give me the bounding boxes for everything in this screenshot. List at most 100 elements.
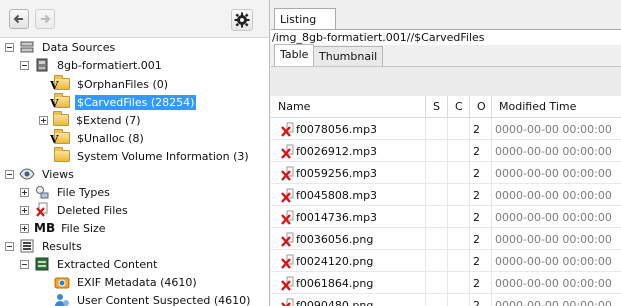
c-cell bbox=[448, 162, 470, 184]
forward-button[interactable] bbox=[35, 9, 55, 29]
tree-node-data-sources[interactable]: Data Sources bbox=[5, 38, 117, 56]
name-cell: f0061864.png bbox=[271, 272, 426, 294]
expand-toggle[interactable] bbox=[39, 115, 48, 125]
file-table: Name S C O Modified Time f0078056.mp3 2 00… bbox=[271, 96, 621, 306]
deleted-file-icon bbox=[281, 166, 294, 181]
deleted-file-icon bbox=[281, 276, 294, 291]
modified-time-cell: 0000-00-00 00:00:00 bbox=[495, 210, 612, 224]
modified-time-cell: 0000-00-00 00:00:00 bbox=[495, 144, 612, 158]
table-row[interactable]: f0090480.png 2 0000-00-00 00:00:00 bbox=[271, 294, 621, 306]
tree-node-system-volume-information[interactable]: System Volume Information (3) bbox=[54, 147, 251, 165]
tree-label: User Content Suspected (4610) bbox=[77, 293, 251, 306]
tree-node-user-content-suspected[interactable]: User Content Suspected (4610) bbox=[54, 291, 252, 306]
tree-label: Data Sources bbox=[42, 40, 116, 54]
collapse-toggle[interactable] bbox=[5, 42, 14, 52]
tree-node-deleted-files[interactable]: Deleted Files bbox=[20, 201, 130, 219]
eye-icon bbox=[19, 166, 35, 182]
column-header-s[interactable]: S bbox=[426, 96, 448, 118]
tree-label: EXIF Metadata (4610) bbox=[77, 275, 197, 289]
tab-thumbnail[interactable]: Thumbnail bbox=[313, 46, 384, 66]
file-name: f0014736.mp3 bbox=[296, 210, 378, 224]
settings-button[interactable] bbox=[231, 9, 253, 31]
table-row[interactable]: f0045808.mp3 2 0000-00-00 00:00:00 bbox=[271, 184, 621, 206]
o-cell: 2 bbox=[470, 250, 492, 272]
table-row[interactable]: f0078056.mp3 2 0000-00-00 00:00:00 bbox=[271, 118, 621, 140]
collapse-toggle[interactable] bbox=[20, 60, 29, 70]
table-row[interactable]: f0026912.mp3 2 0000-00-00 00:00:00 bbox=[271, 140, 621, 162]
view-tabs: Table Thumbnail bbox=[271, 44, 621, 66]
tree-node-exif-metadata[interactable]: EXIF Metadata (4610) bbox=[54, 273, 199, 291]
tree-node-carved-files[interactable]: V $CarvedFiles (28254) bbox=[50, 93, 197, 111]
file-name: f0045808.mp3 bbox=[296, 188, 378, 202]
collapse-toggle[interactable] bbox=[20, 259, 29, 269]
modified-time-cell: 0000-00-00 00:00:00 bbox=[495, 166, 612, 180]
virtual-folder-icon: V bbox=[50, 129, 70, 146]
user-content-icon bbox=[54, 292, 70, 306]
results-icon bbox=[19, 238, 35, 254]
tree-node-extend[interactable]: $Extend (7) bbox=[39, 111, 143, 129]
tree-label: File Types bbox=[57, 185, 110, 199]
tree-label: $Extend (7) bbox=[76, 113, 141, 127]
column-header-modified-time[interactable]: Modified Time bbox=[492, 96, 621, 118]
c-cell bbox=[448, 250, 470, 272]
tree-node-extracted-content[interactable]: Extracted Content bbox=[20, 255, 159, 273]
table-row[interactable]: f0024120.png 2 0000-00-00 00:00:00 bbox=[271, 250, 621, 272]
s-cell bbox=[426, 184, 448, 206]
back-button[interactable] bbox=[9, 9, 29, 29]
column-header-o[interactable]: O bbox=[470, 96, 492, 118]
file-types-icon bbox=[34, 184, 50, 200]
column-header-name[interactable]: Name bbox=[271, 96, 426, 118]
c-cell bbox=[448, 294, 470, 306]
s-cell bbox=[426, 228, 448, 250]
extracted-content-icon bbox=[34, 256, 50, 272]
tree-node-file-size[interactable]: MB File Size bbox=[20, 219, 108, 237]
tree-label: Extracted Content bbox=[57, 257, 158, 271]
table-row[interactable]: f0014736.mp3 2 0000-00-00 00:00:00 bbox=[271, 206, 621, 228]
o-cell: 2 bbox=[470, 118, 492, 140]
table-row[interactable]: f0061864.png 2 0000-00-00 00:00:00 bbox=[271, 272, 621, 294]
modified-time-cell: 0000-00-00 00:00:00 bbox=[495, 188, 612, 202]
collapse-toggle[interactable] bbox=[5, 241, 14, 251]
tree-node-image[interactable]: 8gb-formatiert.001 bbox=[20, 56, 164, 74]
tree-label: $Unalloc (8) bbox=[77, 131, 144, 145]
name-cell: f0014736.mp3 bbox=[271, 206, 426, 228]
o-cell: 2 bbox=[470, 294, 492, 306]
c-cell bbox=[448, 140, 470, 162]
folder-icon bbox=[54, 147, 70, 164]
tree-node-views[interactable]: Views bbox=[5, 165, 76, 183]
table-row[interactable]: f0036056.png 2 0000-00-00 00:00:00 bbox=[271, 228, 621, 250]
name-cell: f0024120.png bbox=[271, 250, 426, 272]
virtual-folder-icon: V bbox=[50, 75, 70, 92]
arrow-right-icon bbox=[41, 14, 51, 24]
file-name: f0026912.mp3 bbox=[296, 144, 378, 158]
name-cell: f0026912.mp3 bbox=[271, 140, 426, 162]
file-name: f0078056.mp3 bbox=[296, 122, 378, 136]
o-cell: 2 bbox=[470, 206, 492, 228]
tree-label: Results bbox=[42, 239, 82, 253]
tree-label: 8gb-formatiert.001 bbox=[57, 58, 162, 72]
modified-time-cell: 0000-00-00 00:00:00 bbox=[495, 232, 612, 246]
file-name: f0036056.png bbox=[296, 232, 374, 246]
modified-time-cell: 0000-00-00 00:00:00 bbox=[495, 298, 612, 306]
table-row[interactable]: f0059256.mp3 2 0000-00-00 00:00:00 bbox=[271, 162, 621, 184]
expand-toggle[interactable] bbox=[20, 187, 29, 197]
tree-node-file-types[interactable]: File Types bbox=[20, 183, 112, 201]
expand-toggle[interactable] bbox=[20, 223, 29, 233]
column-header-c[interactable]: C bbox=[448, 96, 470, 118]
tab-table[interactable]: Table bbox=[274, 44, 315, 66]
expand-toggle[interactable] bbox=[20, 205, 29, 215]
deleted-file-icon bbox=[281, 232, 294, 247]
o-cell: 2 bbox=[470, 162, 492, 184]
modified-time-cell: 0000-00-00 00:00:00 bbox=[495, 122, 612, 136]
tab-listing[interactable]: Listing bbox=[274, 8, 336, 30]
tree-node-unalloc[interactable]: V $Unalloc (8) bbox=[50, 129, 146, 147]
collapse-toggle[interactable] bbox=[5, 169, 14, 179]
tree-node-orphan-files[interactable]: V $OrphanFiles (0) bbox=[50, 75, 170, 93]
arrow-left-icon bbox=[13, 14, 23, 24]
file-name: f0024120.png bbox=[296, 254, 374, 268]
tree-label-selected: $CarvedFiles (28254) bbox=[75, 94, 197, 110]
tab-content-toolbar bbox=[271, 66, 621, 96]
file-size-icon: MB bbox=[34, 221, 56, 235]
camera-icon bbox=[54, 274, 70, 290]
tree-node-results[interactable]: Results bbox=[5, 237, 84, 255]
